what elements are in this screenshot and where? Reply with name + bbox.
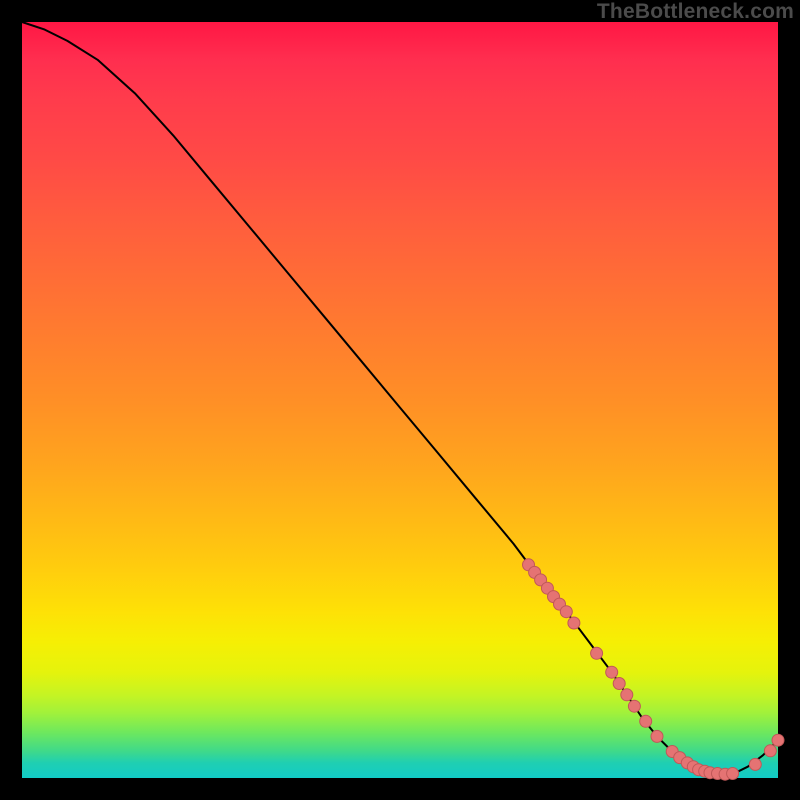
chart-overlay (22, 22, 778, 778)
marker-dot (568, 617, 580, 629)
marker-dot (613, 678, 625, 690)
marker-dot (651, 730, 663, 742)
marker-dot (628, 700, 640, 712)
marker-dots (523, 559, 785, 780)
marker-dot (591, 647, 603, 659)
chart-frame: TheBottleneck.com (0, 0, 800, 800)
marker-dot (764, 745, 776, 757)
bottleneck-curve (22, 22, 778, 774)
marker-dot (621, 689, 633, 701)
marker-dot (749, 758, 761, 770)
marker-dot (560, 606, 572, 618)
marker-dot (727, 768, 739, 780)
watermark-text: TheBottleneck.com (597, 0, 794, 24)
marker-dot (640, 715, 652, 727)
marker-dot (606, 666, 618, 678)
marker-dot (772, 734, 784, 746)
